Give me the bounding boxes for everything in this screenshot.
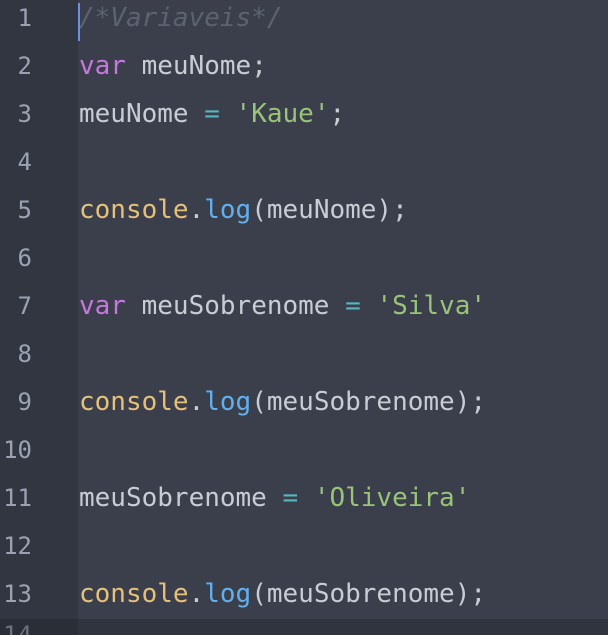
code-text: meuNome = 'Kaue'; [79, 90, 345, 138]
line-number: 13 [3, 580, 32, 608]
code-token: log [204, 195, 252, 225]
code-token: . [188, 195, 205, 225]
code-line[interactable]: 1 /*Variaveis*/ [0, 0, 608, 42]
code-token: = [204, 99, 220, 129]
code-line[interactable]: 5 console.log(meuNome); [0, 186, 608, 234]
code-line[interactable]: 13 console.log(meuSobrenome); [0, 570, 608, 618]
line-number: 3 [17, 100, 32, 128]
code-token: /*Variaveis*/ [79, 3, 283, 33]
code-token: console [79, 579, 189, 609]
code-line[interactable]: 7 var meuSobrenome = 'Silva' [0, 282, 608, 330]
code-token: console [79, 195, 189, 225]
code-token: var [79, 51, 126, 81]
code-line[interactable]: 11 meuSobrenome = 'Oliveira' [0, 474, 608, 522]
code-token: meuNome [79, 99, 205, 129]
code-token: = [282, 483, 299, 513]
code-line[interactable]: 3 meuNome = 'Kaue'; [0, 90, 608, 138]
code-text: console.log(meuSobrenome); [79, 378, 486, 426]
code-text: console.log(meuSobrenome); [79, 570, 486, 618]
editor-bottom-edge [0, 619, 608, 635]
code-line[interactable]: 4 [0, 138, 608, 186]
line-number: 4 [17, 148, 32, 176]
line-number: 8 [17, 340, 32, 368]
code-text: var meuSobrenome = 'Silva' [79, 282, 486, 330]
code-line[interactable]: 8 [0, 330, 608, 378]
code-token: (meuSobrenome); [251, 387, 487, 417]
code-text: meuSobrenome = 'Oliveira' [79, 474, 470, 522]
line-number-partial: 14 [0, 623, 32, 635]
code-token: 'Kaue' [235, 99, 330, 129]
code-token: console [79, 387, 189, 417]
line-number: 9 [17, 388, 32, 416]
text-cursor [78, 3, 80, 41]
code-text: console.log(meuNome); [79, 186, 408, 234]
code-token: ; [329, 99, 346, 129]
line-number: 1 [17, 4, 32, 32]
code-token: meuNome; [125, 51, 267, 81]
code-token: meuSobrenome [79, 483, 283, 513]
line-number: 12 [3, 532, 32, 560]
line-number: 11 [3, 484, 32, 512]
code-token: log [204, 579, 252, 609]
code-line[interactable]: 2 var meuNome; [0, 42, 608, 90]
code-text: /*Variaveis*/ [79, 0, 283, 42]
code-line[interactable]: 12 [0, 522, 608, 570]
code-token: 'Silva' [376, 291, 487, 321]
code-token: meuSobrenome [125, 291, 346, 321]
line-number: 2 [17, 52, 32, 80]
code-token: (meuNome); [251, 195, 408, 225]
code-token: var [79, 291, 126, 321]
code-token: log [204, 387, 252, 417]
code-token: 'Oliveira' [313, 483, 471, 513]
code-line[interactable]: 10 [0, 426, 608, 474]
code-line[interactable]: 9 console.log(meuSobrenome); [0, 378, 608, 426]
code-token: . [188, 579, 205, 609]
line-number: 5 [17, 196, 32, 224]
line-number: 10 [3, 436, 32, 464]
code-token: . [188, 387, 205, 417]
code-line[interactable]: 6 [0, 234, 608, 282]
code-text: var meuNome; [79, 42, 267, 90]
line-number: 7 [17, 292, 32, 320]
code-editor[interactable]: 1 /*Variaveis*/ 2 var meuNome; 3 meuNome = 'K… [0, 0, 608, 635]
code-token: (meuSobrenome); [251, 579, 487, 609]
code-token: = [345, 291, 361, 321]
line-number: 6 [17, 244, 32, 272]
